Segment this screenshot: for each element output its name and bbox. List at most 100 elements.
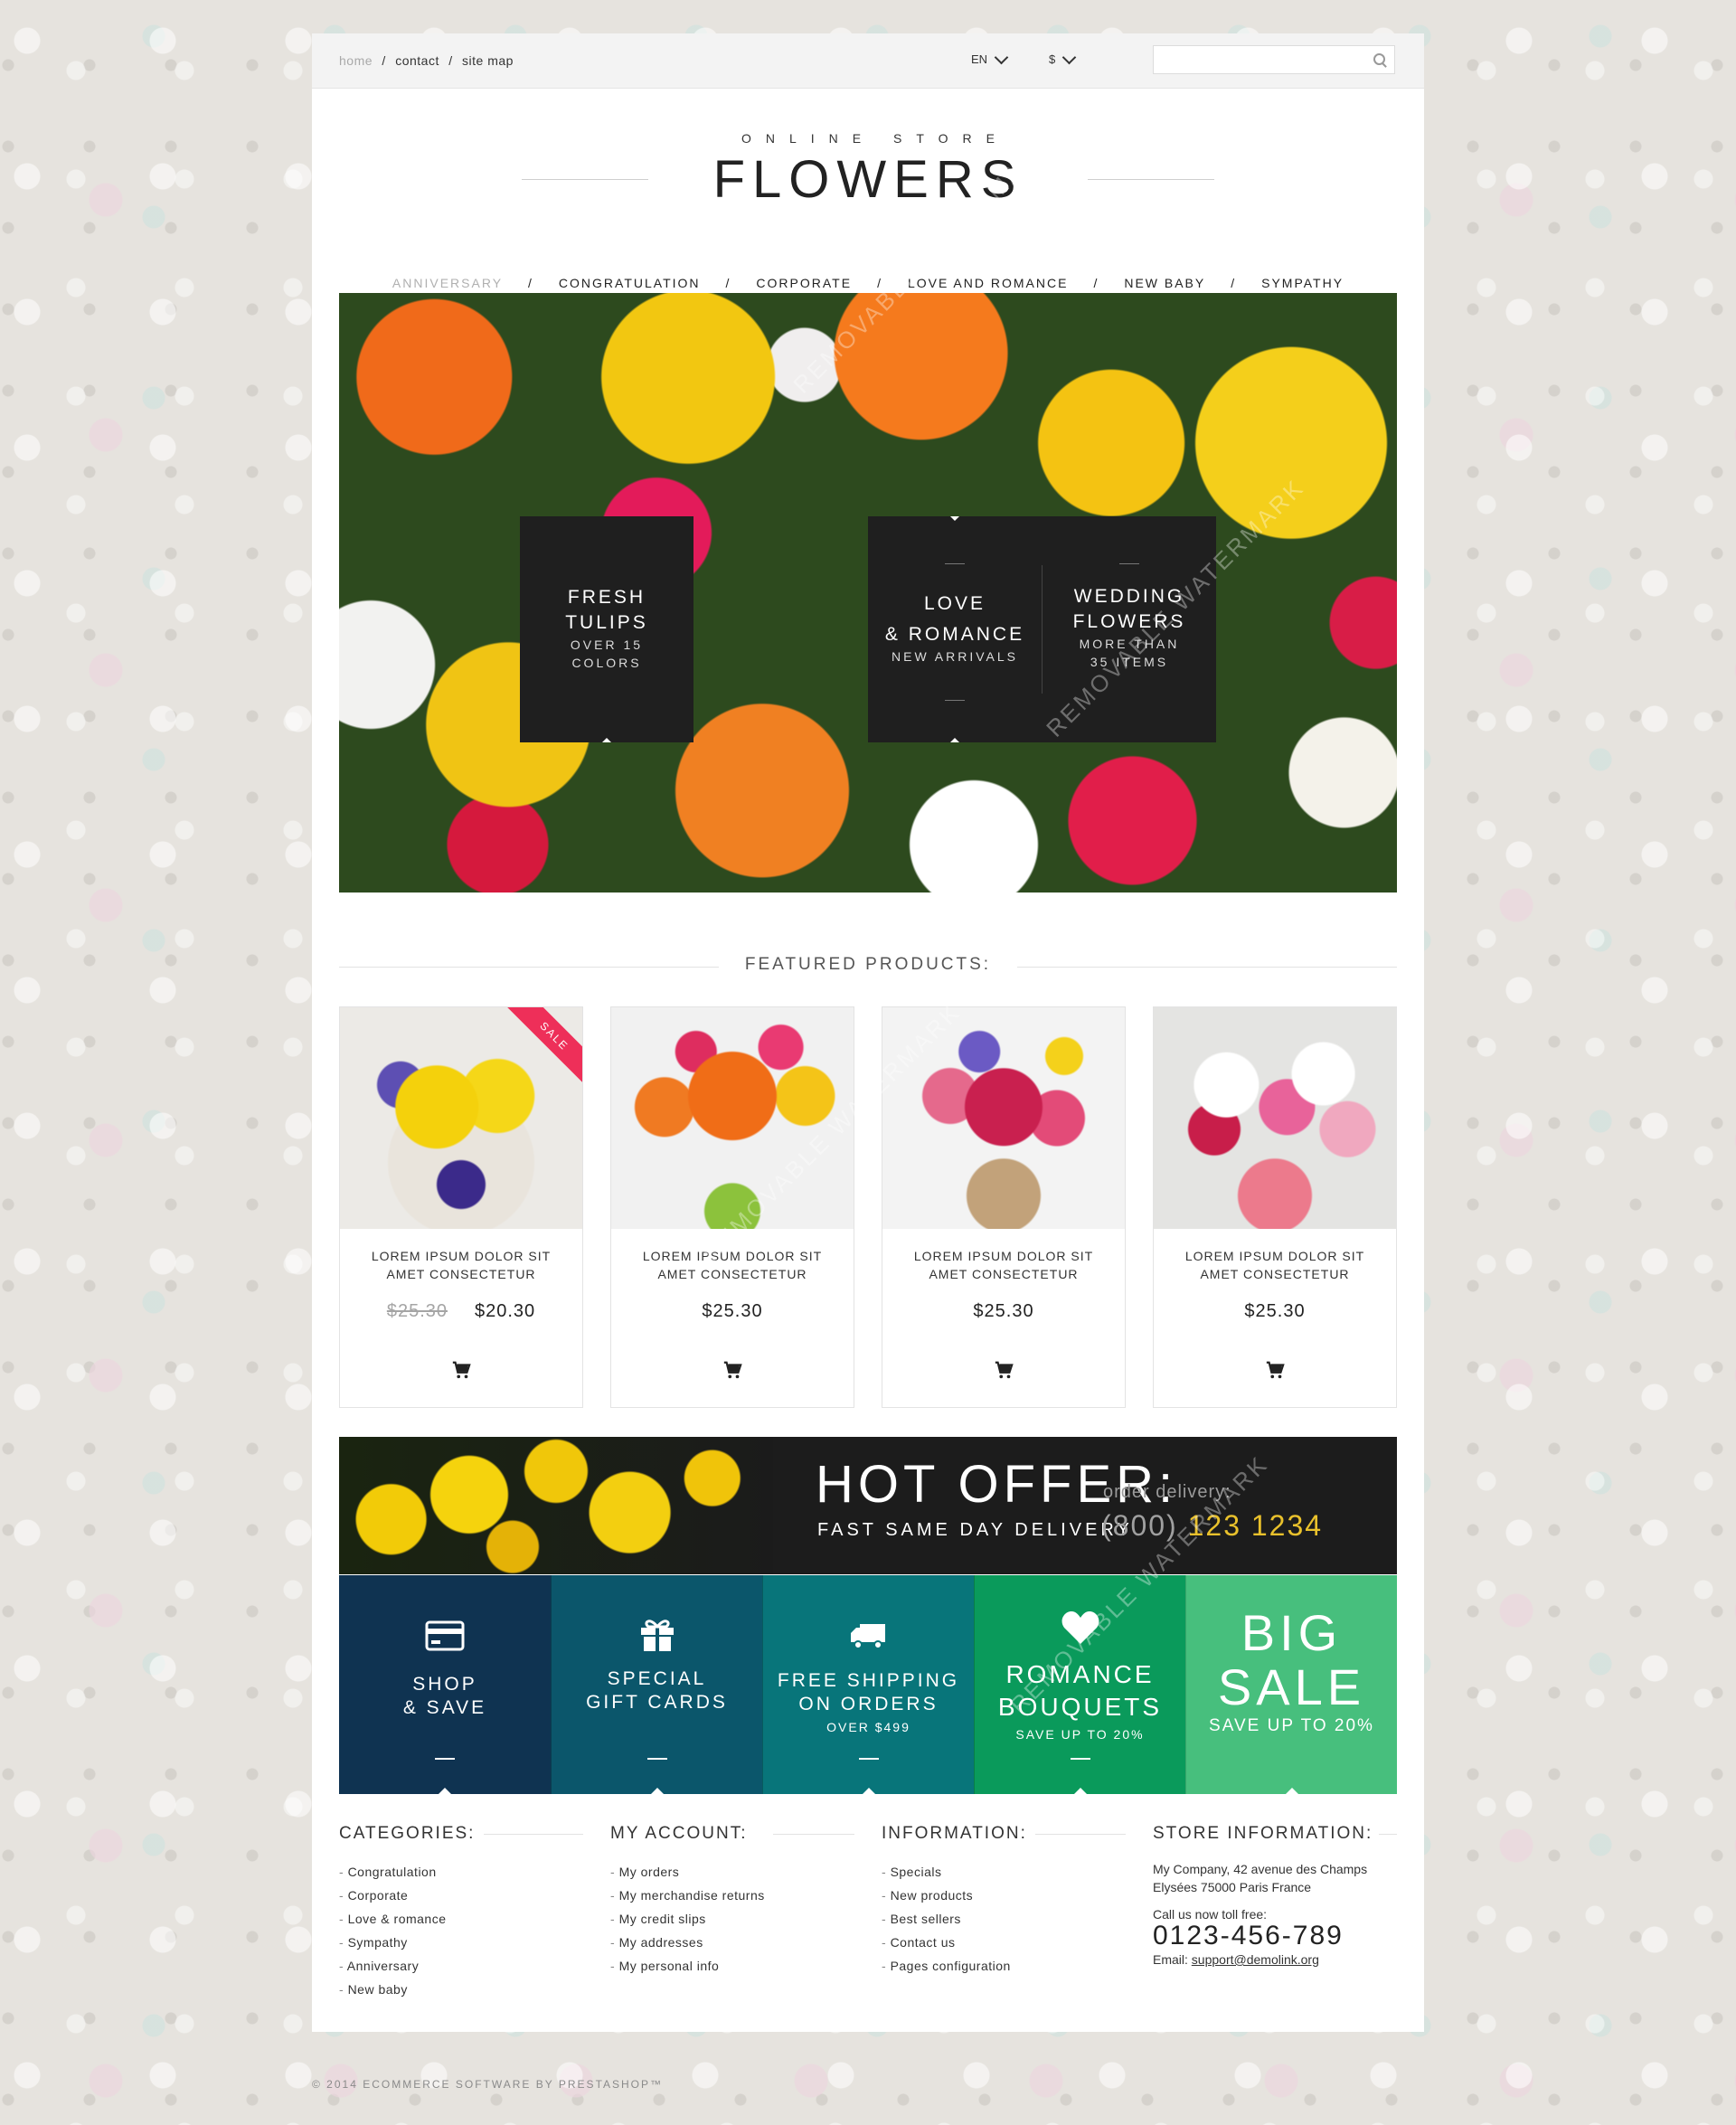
promo-dash <box>435 1758 455 1760</box>
truck-icon <box>850 1624 885 1649</box>
footer-heading-text: INFORMATION: <box>882 1824 1027 1843</box>
product-old-price: $25.30 <box>386 1301 448 1321</box>
footer-link[interactable]: My merchandise returns <box>610 1884 854 1907</box>
hero-block-title-line: WEDDING <box>1073 586 1185 607</box>
product-new-price: $20.30 <box>475 1301 536 1321</box>
language-selector[interactable]: EN <box>971 50 1009 66</box>
top-bar: home / contact / site map EN $ <box>312 33 1424 89</box>
product-image[interactable] <box>882 1007 1125 1229</box>
hero-block-wedding-flowers[interactable]: WEDDING FLOWERS MORE THAN 35 ITEMS <box>1043 516 1216 742</box>
logo-title[interactable]: FLOWERS <box>312 149 1424 210</box>
promo-tile-free-shipping[interactable]: FREE SHIPPING ON ORDERS OVER $499 <box>762 1575 974 1794</box>
product-image[interactable] <box>611 1007 854 1229</box>
footer-list: Congratulation Corporate Love & romance … <box>339 1860 583 2001</box>
breadcrumb-home-link[interactable]: home <box>339 53 373 68</box>
promo-tile-gift-cards[interactable]: SPECIAL GIFT CARDS <box>551 1575 762 1794</box>
breadcrumb-sitemap-link[interactable]: site map <box>462 53 514 68</box>
promo-subtitle: OVER $499 <box>826 1720 910 1734</box>
promo-tile-big-sale[interactable]: BIG SALE SAVE UP TO 20% <box>1185 1575 1397 1794</box>
product-name[interactable]: LOREM IPSUM DOLOR SIT AMET CONSECTETUR <box>1154 1247 1396 1283</box>
phone-prefix: (800) <box>1101 1509 1178 1542</box>
hero-block-love-romance[interactable]: LOVE & ROMANCE NEW ARRIVALS <box>868 516 1042 742</box>
footer-heading-text: MY ACCOUNT: <box>610 1824 748 1843</box>
cart-icon[interactable] <box>722 1360 742 1380</box>
footer-link[interactable]: New products <box>882 1884 1126 1907</box>
product-name-line: AMET CONSECTETUR <box>929 1267 1079 1281</box>
search-input[interactable] <box>1159 46 1362 73</box>
footer-link[interactable]: Best sellers <box>882 1907 1126 1931</box>
promo-title-line: & SAVE <box>402 1697 487 1718</box>
footer-link[interactable]: My addresses <box>610 1931 854 1954</box>
footer-categories: CATEGORIES: Congratulation Corporate Lov… <box>339 1824 583 2001</box>
nav-separator: / <box>1231 276 1237 290</box>
footer-my-account: MY ACCOUNT: My orders My merchandise ret… <box>610 1824 854 1978</box>
breadcrumb-contact-link[interactable]: contact <box>395 53 439 68</box>
footer-link[interactable]: My orders <box>610 1860 854 1884</box>
nav-item-anniversary[interactable]: ANNIVERSARY <box>392 276 503 290</box>
hero-dash <box>945 700 965 701</box>
hero-block-fresh-tulips[interactable]: FRESH TULIPS OVER 15 COLORS <box>520 516 693 742</box>
hero-block-subtitle-line: MORE THAN <box>1079 637 1180 651</box>
promo-notch <box>1286 1788 1298 1794</box>
heart-icon <box>1061 1611 1099 1644</box>
store-address-line: Elysées 75000 Paris France <box>1153 1880 1312 1894</box>
search-icon[interactable] <box>1373 53 1385 65</box>
product-card[interactable]: LOREM IPSUM DOLOR SIT AMET CONSECTETUR $2… <box>1153 1006 1397 1408</box>
store-email-link[interactable]: support@demolink.org <box>1192 1952 1319 1967</box>
footer-heading-rule <box>1035 1834 1126 1835</box>
footer-link[interactable]: Corporate <box>339 1884 583 1907</box>
footer-link[interactable]: My credit slips <box>610 1907 854 1931</box>
language-value: EN <box>971 52 988 66</box>
promo-tile-romance-bouquets[interactable]: ROMANCE BOUQUETS SAVE UP TO 20% <box>974 1575 1185 1794</box>
hero-block-title-line: LOVE <box>923 593 986 614</box>
promo-title-line: ON ORDERS <box>798 1694 939 1714</box>
cart-icon[interactable] <box>1265 1360 1285 1380</box>
product-image[interactable]: SALE <box>340 1007 582 1229</box>
promo-title-line: BOUQUETS <box>997 1693 1163 1721</box>
footer-link[interactable]: My personal info <box>610 1954 854 1978</box>
promo-title-line: FREE SHIPPING <box>777 1670 960 1691</box>
product-card[interactable]: LOREM IPSUM DOLOR SIT AMET CONSECTETUR $2… <box>882 1006 1126 1408</box>
promo-tile-shop-save[interactable]: SHOP & SAVE <box>339 1575 551 1794</box>
main-nav: ANNIVERSARY / CONGRATULATION / CORPORATE / LOV… <box>312 276 1424 290</box>
delivery-phone[interactable]: (800) 123 1234 <box>1101 1509 1323 1543</box>
nav-item-new-baby[interactable]: NEW BABY <box>1124 276 1205 290</box>
nav-item-corporate[interactable]: CORPORATE <box>756 276 852 290</box>
hero-block-subtitle-line: COLORS <box>571 656 642 670</box>
product-name[interactable]: LOREM IPSUM DOLOR SIT AMET CONSECTETUR <box>340 1247 582 1283</box>
footer-link[interactable]: New baby <box>339 1978 583 2001</box>
promo-notch <box>1074 1788 1087 1794</box>
footer-link[interactable]: Love & romance <box>339 1907 583 1931</box>
product-card[interactable]: LOREM IPSUM DOLOR SIT AMET CONSECTETUR $2… <box>610 1006 854 1408</box>
promo-notch <box>439 1788 451 1794</box>
footer-link[interactable]: Anniversary <box>339 1954 583 1978</box>
product-name-line: LOREM IPSUM DOLOR SIT <box>913 1249 1094 1263</box>
cart-icon[interactable] <box>994 1360 1014 1380</box>
gift-icon <box>640 1620 674 1651</box>
footer-link[interactable]: Specials <box>882 1860 1126 1884</box>
store-phone[interactable]: 0123-456-789 <box>1153 1922 1397 1950</box>
store-address-line: My Company, 42 avenue des Champs <box>1153 1862 1368 1876</box>
product-name-line: AMET CONSECTETUR <box>657 1267 807 1281</box>
chevron-down-icon <box>994 50 1009 64</box>
hot-offer-banner[interactable]: HOT OFFER: FAST SAME DAY DELIVERY order … <box>339 1437 1397 1574</box>
product-price: $25.30 <box>1154 1301 1396 1322</box>
product-price: $25.30 <box>882 1301 1125 1322</box>
credit-card-icon <box>425 1620 465 1651</box>
footer-link[interactable]: Sympathy <box>339 1931 583 1954</box>
footer-information: INFORMATION: Specials New products Best … <box>882 1824 1126 1978</box>
product-image[interactable] <box>1154 1007 1396 1229</box>
product-new-price: $25.30 <box>702 1301 763 1321</box>
nav-item-congratulation[interactable]: CONGRATULATION <box>559 276 701 290</box>
cart-icon[interactable] <box>451 1360 471 1380</box>
product-card[interactable]: SALE LOREM IPSUM DOLOR SIT AMET CONSECTET… <box>339 1006 583 1408</box>
promo-title-line: SALE <box>1217 1658 1366 1715</box>
footer-link[interactable]: Congratulation <box>339 1860 583 1884</box>
currency-selector[interactable]: $ <box>1049 50 1077 66</box>
footer-link[interactable]: Pages configuration <box>882 1954 1126 1978</box>
nav-item-sympathy[interactable]: SYMPATHY <box>1261 276 1344 290</box>
nav-item-love-and-romance[interactable]: LOVE AND ROMANCE <box>908 276 1068 290</box>
footer-link[interactable]: Contact us <box>882 1931 1126 1954</box>
product-name[interactable]: LOREM IPSUM DOLOR SIT AMET CONSECTETUR <box>882 1247 1125 1283</box>
product-name[interactable]: LOREM IPSUM DOLOR SIT AMET CONSECTETUR <box>611 1247 854 1283</box>
